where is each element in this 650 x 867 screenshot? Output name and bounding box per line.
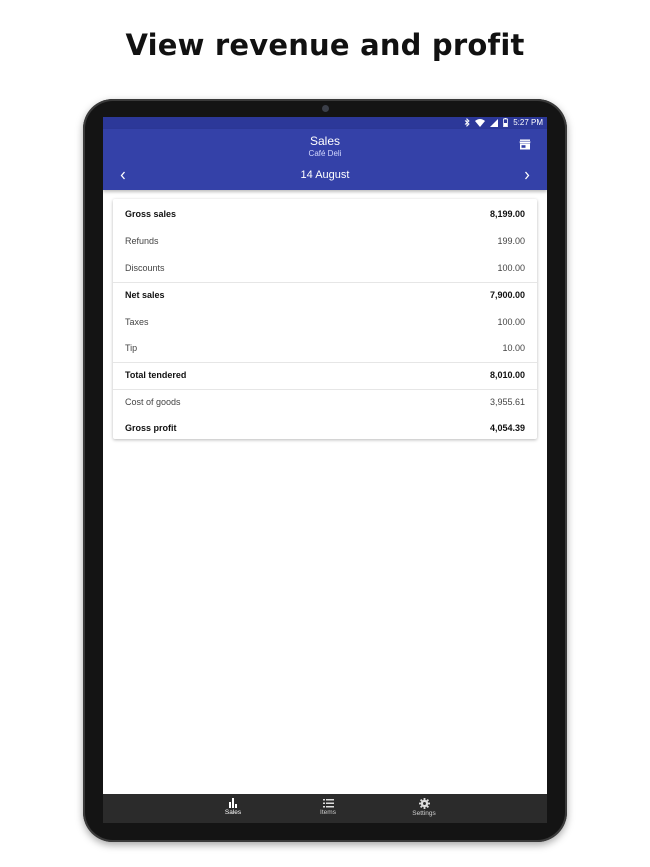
store-name: Café Deli <box>308 149 342 158</box>
row-label: Taxes <box>125 317 149 327</box>
row-label: Net sales <box>125 290 165 300</box>
chevron-right-icon <box>525 171 530 179</box>
app-bar: Sales Café Deli 14 August <box>103 129 547 190</box>
nav-tab-items[interactable]: Items <box>298 798 358 816</box>
current-date: 14 August <box>300 169 350 181</box>
row-label: Tip <box>125 343 138 353</box>
summary-row-refunds: Refunds 199.00 <box>113 228 537 254</box>
nav-tab-label: Items <box>320 809 336 816</box>
battery-icon <box>503 118 509 127</box>
signal-icon <box>490 118 499 127</box>
nav-tab-settings[interactable]: Settings <box>394 798 454 817</box>
summary-row-tip: Tip 10.00 <box>113 335 537 361</box>
status-bar: 5:27 PM <box>103 117 547 129</box>
store-icon[interactable] <box>519 137 531 155</box>
row-label: Gross sales <box>125 209 177 219</box>
row-value: 4,054.39 <box>489 423 525 433</box>
row-label: Refunds <box>125 236 159 246</box>
bluetooth-icon <box>464 118 470 127</box>
app-title: Sales <box>309 134 341 148</box>
row-label: Gross profit <box>125 423 177 433</box>
row-label: Cost of goods <box>125 397 181 407</box>
next-day-button[interactable] <box>519 167 535 183</box>
promo-headline: View revenue and profit <box>125 28 525 62</box>
app-screen: 5:27 PM Sales Café Deli 14 August Gross … <box>103 117 547 823</box>
bar-chart-icon <box>229 798 237 808</box>
summary-row-taxes: Taxes 100.00 <box>113 309 537 335</box>
list-icon <box>322 799 334 808</box>
nav-tab-sales[interactable]: Sales <box>203 798 263 816</box>
row-value: 100.00 <box>497 317 525 327</box>
nav-tab-label: Sales <box>224 809 242 816</box>
summary-row-gross-sales: Gross sales 8,199.00 <box>113 201 537 227</box>
summary-row-gross-profit: Gross profit 4,054.39 <box>113 415 537 441</box>
summary-row-discounts: Discounts 100.00 <box>113 255 537 281</box>
row-value: 3,955.61 <box>489 397 525 407</box>
gear-icon <box>418 798 430 809</box>
row-value: 8,199.00 <box>489 209 525 219</box>
sales-summary-card: Gross sales 8,199.00 Refunds 199.00 Disc… <box>113 199 537 439</box>
row-value: 8,010.00 <box>489 370 525 380</box>
status-time: 5:27 PM <box>513 118 543 127</box>
row-value: 10.00 <box>502 343 525 353</box>
summary-row-net-sales: Net sales 7,900.00 <box>113 282 537 308</box>
summary-row-total-tendered: Total tendered 8,010.00 <box>113 362 537 388</box>
row-value: 7,900.00 <box>489 290 525 300</box>
row-value: 100.00 <box>497 263 525 273</box>
row-label: Total tendered <box>125 370 187 380</box>
bottom-navigation: Sales Items Settings <box>103 794 547 823</box>
wifi-icon <box>475 118 486 127</box>
nav-tab-label: Settings <box>412 810 436 817</box>
summary-row-cost-of-goods: Cost of goods 3,955.61 <box>113 389 537 415</box>
row-value: 199.00 <box>497 236 525 246</box>
camera-dot <box>322 105 329 112</box>
tablet-frame: 5:27 PM Sales Café Deli 14 August Gross … <box>83 99 567 842</box>
row-label: Discounts <box>125 263 165 273</box>
